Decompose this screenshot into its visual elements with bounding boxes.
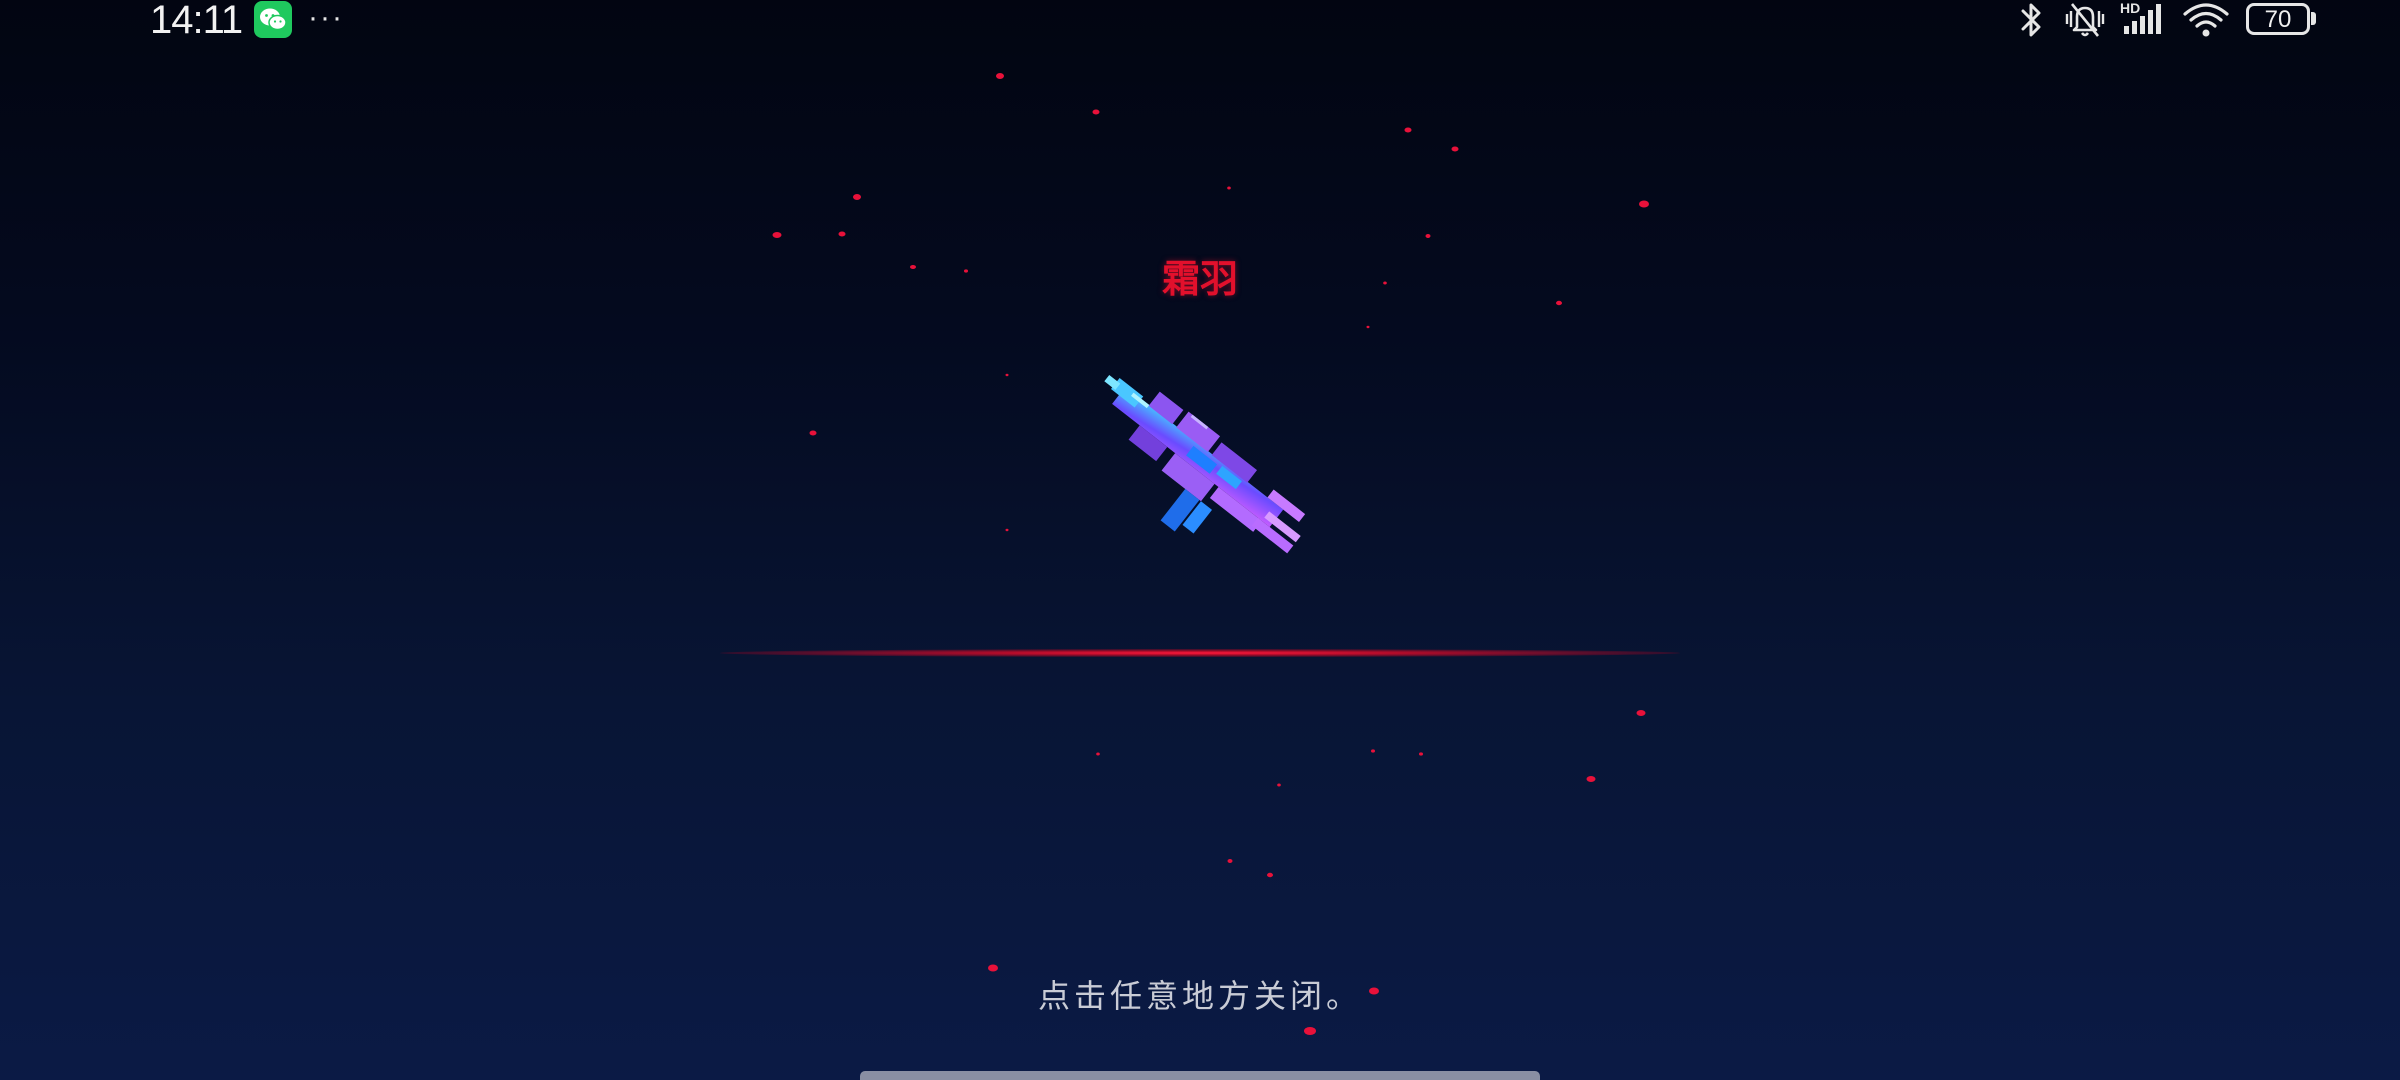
particle [1636, 710, 1646, 716]
particle [853, 194, 861, 200]
particle [1277, 783, 1281, 787]
reward-item-name: 霜羽 [1161, 259, 1238, 301]
particle [910, 265, 916, 269]
particle [1005, 373, 1009, 377]
particle [1096, 752, 1100, 756]
particle [1005, 528, 1009, 532]
particle [1227, 186, 1231, 190]
particle [838, 231, 846, 237]
particle [1092, 109, 1100, 115]
particle [772, 232, 782, 238]
particle [1366, 325, 1370, 329]
particle [964, 269, 968, 273]
particle [1639, 200, 1649, 208]
particle [809, 430, 817, 436]
particle [1371, 749, 1375, 753]
home-indicator[interactable] [860, 1071, 1540, 1080]
particle [996, 73, 1004, 79]
particle [1404, 127, 1412, 133]
particle [1267, 872, 1273, 878]
tap-to-close-hint[interactable]: 点击任意地方关闭。 [900, 972, 1500, 1020]
red-glow-divider [720, 649, 1680, 657]
particle [1451, 146, 1459, 152]
particle [1425, 234, 1431, 238]
particle [1227, 859, 1233, 863]
particle [1586, 776, 1596, 782]
particle [1556, 300, 1562, 306]
particle [1383, 281, 1387, 285]
voxel-crossbow-weapon-icon [1104, 374, 1306, 554]
particle [1419, 752, 1423, 756]
particle [988, 964, 998, 972]
particle [1304, 1027, 1316, 1035]
